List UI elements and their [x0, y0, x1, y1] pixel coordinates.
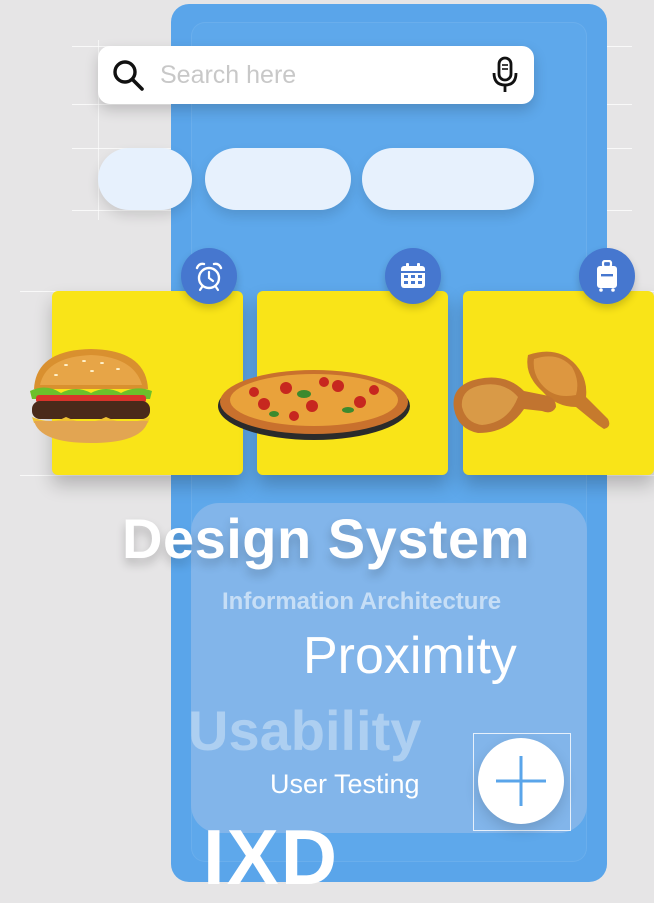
information-architecture-text: Information Architecture — [222, 588, 502, 615]
design-system-heading: Design System — [122, 507, 530, 570]
search-input[interactable] — [158, 59, 482, 91]
luggage-badge[interactable] — [579, 248, 635, 304]
pizza-image — [218, 370, 410, 440]
search-icon[interactable] — [110, 57, 146, 93]
proximity-text: Proximity — [303, 627, 517, 685]
usability-text: Usability — [188, 699, 422, 762]
filter-chip[interactable] — [98, 148, 192, 210]
plus-icon — [496, 756, 546, 806]
burger-image — [30, 349, 152, 443]
user-testing-text: User Testing — [270, 769, 420, 799]
ixd-text: IXD — [203, 813, 340, 901]
microphone-icon[interactable] — [490, 56, 520, 94]
luggage-icon — [597, 260, 617, 292]
alarm-clock-badge[interactable] — [181, 248, 237, 304]
alarm-clock-icon — [195, 262, 223, 292]
add-button[interactable] — [478, 738, 564, 824]
fried-chicken-image — [453, 351, 610, 433]
filter-chip[interactable] — [362, 148, 534, 210]
filter-chip[interactable] — [205, 148, 351, 210]
calendar-badge[interactable] — [385, 248, 441, 304]
search-bar[interactable] — [98, 46, 534, 104]
calendar-icon — [401, 263, 425, 288]
